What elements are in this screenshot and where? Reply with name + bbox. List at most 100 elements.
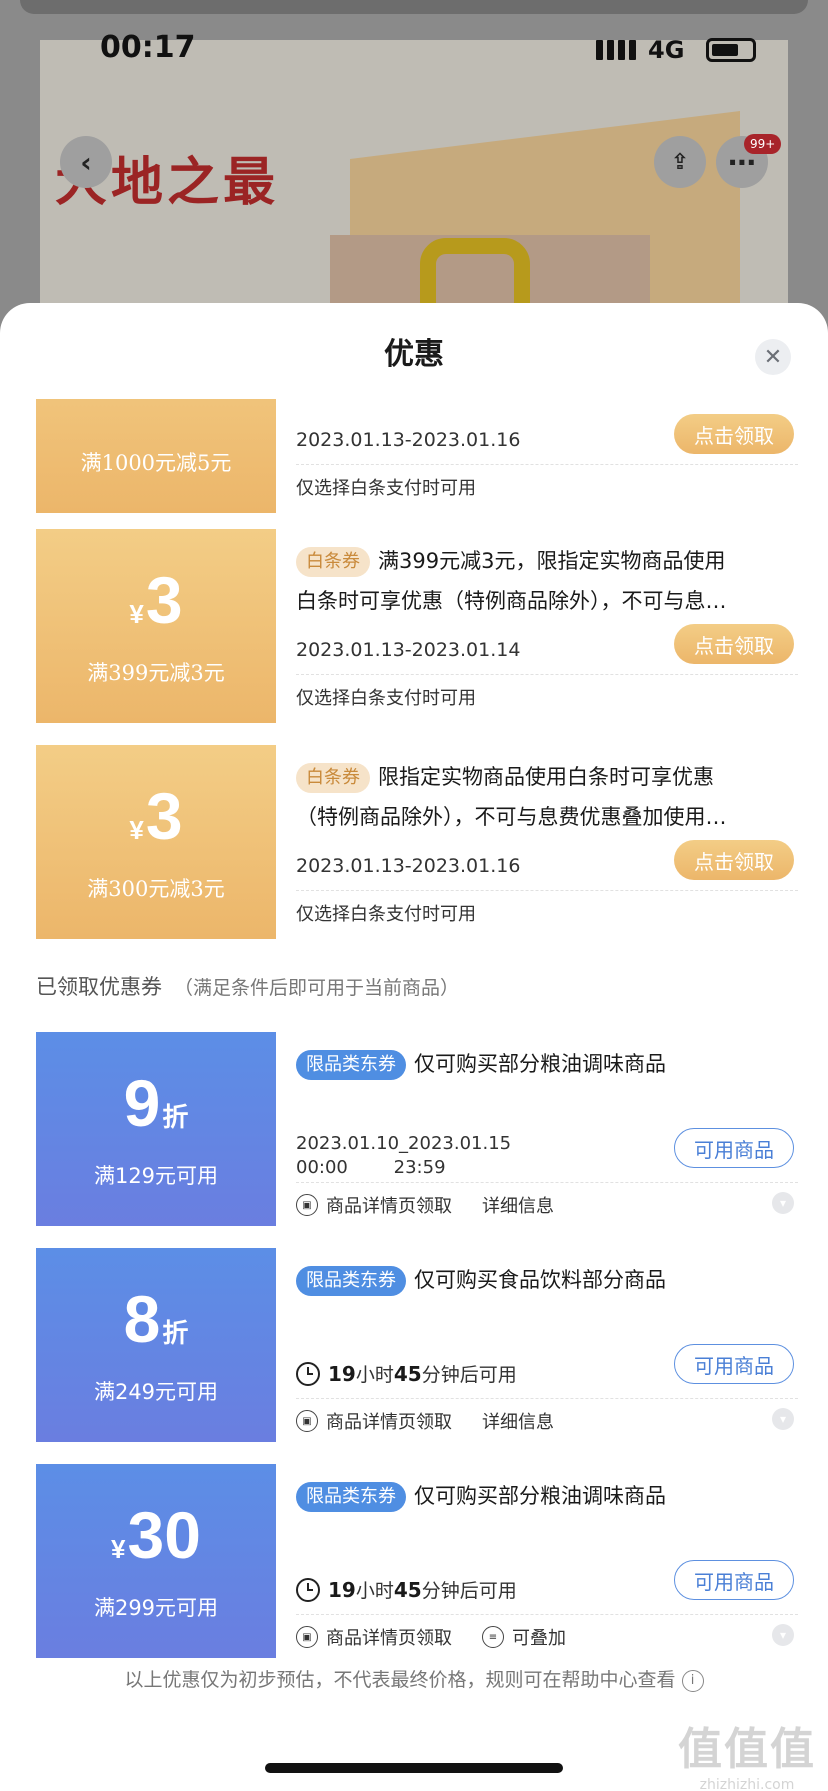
currency-symbol: ¥	[129, 815, 144, 845]
coupon-threshold: 满1000元减5元	[80, 451, 232, 475]
usable-products-button[interactable]: 可用商品	[674, 1128, 794, 1168]
coupon-info: 限品类东券 仅可购买部分粮油调味商品 19小时45分钟后可用 可用商品 ▣ 商品详情…	[276, 1464, 808, 1658]
coupon-description: 限品类东券 仅可购买部分粮油调味商品	[296, 1476, 796, 1516]
coupon-info: 白条券 满399元减3元，限指定实物商品使用 白条时可享优惠（特例商品除外），不可…	[276, 529, 808, 723]
coupon-date: 2023.01.13-2023.01.16	[296, 855, 521, 877]
info-icon[interactable]: i	[681, 1669, 704, 1692]
claim-button[interactable]: 点击领取	[674, 840, 794, 880]
disclaimer: 以上优惠仅为初步预估，不代表最终价格，规则可在帮助中心查看 i	[0, 1665, 828, 1692]
coupon-value-panel: 8折 满249元可用	[36, 1248, 276, 1442]
coupon-value-panel: 9折 满129元可用	[36, 1032, 276, 1226]
coupon-tag: 限品类东券	[296, 1266, 406, 1296]
countdown-hours-label: 小时	[355, 1364, 394, 1386]
watermark: 值值值 zhizhizhi.com	[678, 1713, 816, 1791]
coupon-amount-value: 8	[123, 1282, 161, 1356]
coupon-threshold: 满129元可用	[93, 1164, 219, 1188]
countdown-minutes-label: 分钟后可用	[421, 1580, 517, 1602]
detail-info-link[interactable]: 详细信息	[482, 1408, 554, 1434]
source-icon: ▣	[296, 1626, 318, 1648]
claim-button[interactable]: 点击领取	[674, 624, 794, 664]
coupon-card-claimed: ¥30 满299元可用 限品类东券 仅可购买部分粮油调味商品 19小时45分钟后可…	[36, 1464, 808, 1658]
countdown-minutes: 45	[393, 1362, 422, 1386]
coupon-value-panel: ¥3 满399元减3元	[36, 529, 276, 723]
coupon-card-unclaimed: ¥3 满300元减3元 白条券 限指定实物商品使用白条时可享优惠 （特例商品除外）…	[36, 745, 808, 939]
claim-button[interactable]: 点击领取	[674, 414, 794, 454]
coupon-threshold: 满399元减3元	[87, 661, 225, 685]
coupon-amount-value: 3	[145, 779, 183, 853]
chevron-down-icon[interactable]: ▾	[772, 1408, 794, 1430]
signal-icon	[596, 40, 636, 60]
coupon-list[interactable]: 满1000元减5元 2023.01.13-2023.01.16 点击领取 仅选择…	[0, 399, 828, 1719]
coupon-tag: 限品类东券	[296, 1482, 406, 1512]
watermark-url: zhizhizhi.com	[699, 1777, 795, 1791]
coupon-countdown: 19小时45分钟后可用	[296, 1576, 517, 1603]
coupon-desc-line2: （特例商品除外），不可与息费优惠叠加使用…	[296, 805, 727, 829]
share-icon[interactable]: ⇪	[654, 136, 706, 188]
coupon-description: 限品类东券 仅可购买部分粮油调味商品	[296, 1044, 796, 1084]
coupon-card-unclaimed: ¥3 满399元减3元 白条券 满399元减3元，限指定实物商品使用 白条时可享优…	[36, 529, 808, 723]
coupon-footnote: 仅选择白条支付时可用	[296, 478, 476, 499]
currency-symbol: ¥	[129, 599, 144, 629]
coupon-tag: 限品类东券	[296, 1050, 406, 1080]
source-icon: ▣	[296, 1410, 318, 1432]
back-icon[interactable]: ‹	[60, 136, 112, 188]
watermark-logo: 值值值	[678, 1724, 816, 1775]
coupon-card-claimed: 8折 满249元可用 限品类东券 仅可购买食品饮料部分商品 19小时45分钟后可用…	[36, 1248, 808, 1442]
coupon-desc: 仅可购买食品饮料部分商品	[414, 1268, 666, 1292]
home-indicator[interactable]	[265, 1763, 563, 1773]
coupon-card-unclaimed: 满1000元减5元 2023.01.13-2023.01.16 点击领取 仅选择…	[36, 399, 808, 513]
coupon-amount-value: 9	[123, 1066, 161, 1140]
coupon-sheet: 优惠 ✕ 满1000元减5元 2023.01.13-2023.01.16 点击领…	[0, 303, 828, 1791]
coupon-amount: 8折	[36, 1283, 276, 1355]
close-icon[interactable]: ✕	[755, 339, 791, 375]
coupon-time-range: 00:00 23:59	[296, 1157, 446, 1178]
disclaimer-text: 以上优惠仅为初步预估，不代表最终价格，规则可在帮助中心查看	[124, 1669, 676, 1691]
coupon-description: 白条券 限指定实物商品使用白条时可享优惠 （特例商品除外），不可与息费优惠叠加使用…	[296, 757, 796, 837]
claimed-section-header: 已领取优惠券 （满足条件后即可用于当前商品）	[36, 971, 459, 1001]
claimed-section-note: （满足条件后即可用于当前商品）	[174, 977, 460, 999]
countdown-hours: 19	[328, 1362, 356, 1386]
coupon-amount-value: 30	[127, 1498, 201, 1572]
coupon-date: 2023.01.13-2023.01.14	[296, 639, 521, 661]
coupon-footer: ▣ 商品详情页领取 详细信息	[296, 1192, 796, 1218]
coupon-threshold: 满300元减3元	[87, 877, 225, 901]
usable-products-button[interactable]: 可用商品	[674, 1560, 794, 1600]
coupon-footnote: 仅选择白条支付时可用	[296, 688, 476, 709]
coupon-amount: ¥3	[36, 780, 276, 866]
coupon-amount: 9折	[36, 1067, 276, 1139]
coupon-description: 限品类东券 仅可购买食品饮料部分商品	[296, 1260, 796, 1300]
coupon-amount-unit: 折	[162, 1319, 189, 1349]
network-label: 4G	[648, 36, 685, 64]
coupon-date-range: 2023.01.10_2023.01.15	[296, 1133, 512, 1154]
chevron-down-icon[interactable]: ▾	[772, 1192, 794, 1214]
coupon-source: 商品详情页领取	[326, 1412, 452, 1433]
status-time: 00:17	[100, 30, 196, 65]
detail-info-link[interactable]: 详细信息	[482, 1192, 554, 1218]
coupon-desc: 仅可购买部分粮油调味商品	[414, 1484, 666, 1508]
chevron-down-icon[interactable]: ▾	[772, 1624, 794, 1646]
claimed-section-title: 已领取优惠券	[36, 975, 162, 999]
usable-products-button[interactable]: 可用商品	[674, 1344, 794, 1384]
battery-icon	[706, 38, 756, 62]
countdown-hours-label: 小时	[355, 1580, 394, 1602]
coupon-footnote: 仅选择白条支付时可用	[296, 904, 476, 925]
coupon-card-claimed: 9折 满129元可用 限品类东券 仅可购买部分粮油调味商品 2023.01.10_…	[36, 1032, 808, 1226]
stack-icon: ≡	[482, 1626, 504, 1648]
coupon-value-panel: ¥30 满299元可用	[36, 1464, 276, 1658]
coupon-info: 限品类东券 仅可购买部分粮油调味商品 2023.01.10_2023.01.15 …	[276, 1032, 808, 1226]
background-product-page: 00:17 4G 大地之最 ‹ ⇪ ⋯ 99+	[0, 0, 828, 340]
coupon-source: 商品详情页领取	[326, 1628, 452, 1649]
coupon-tag: 白条券	[296, 763, 370, 793]
coupon-amount: ¥3	[36, 564, 276, 650]
coupon-desc-line1: 满399元减3元，限指定实物商品使用	[378, 549, 726, 573]
coupon-footer: ▣ 商品详情页领取 ≡ 可叠加	[296, 1624, 796, 1650]
cart-badge: 99+	[744, 134, 782, 154]
top-bar	[20, 0, 808, 14]
coupon-info: 限品类东券 仅可购买食品饮料部分商品 19小时45分钟后可用 可用商品 ▣ 商品详情…	[276, 1248, 808, 1442]
countdown-hours: 19	[328, 1578, 356, 1602]
source-icon: ▣	[296, 1194, 318, 1216]
coupon-description: 白条券 满399元减3元，限指定实物商品使用 白条时可享优惠（特例商品除外），不可…	[296, 541, 796, 621]
coupon-value-panel: ¥3 满300元减3元	[36, 745, 276, 939]
coupon-value-panel: 满1000元减5元	[36, 399, 276, 513]
currency-symbol: ¥	[111, 1534, 126, 1564]
